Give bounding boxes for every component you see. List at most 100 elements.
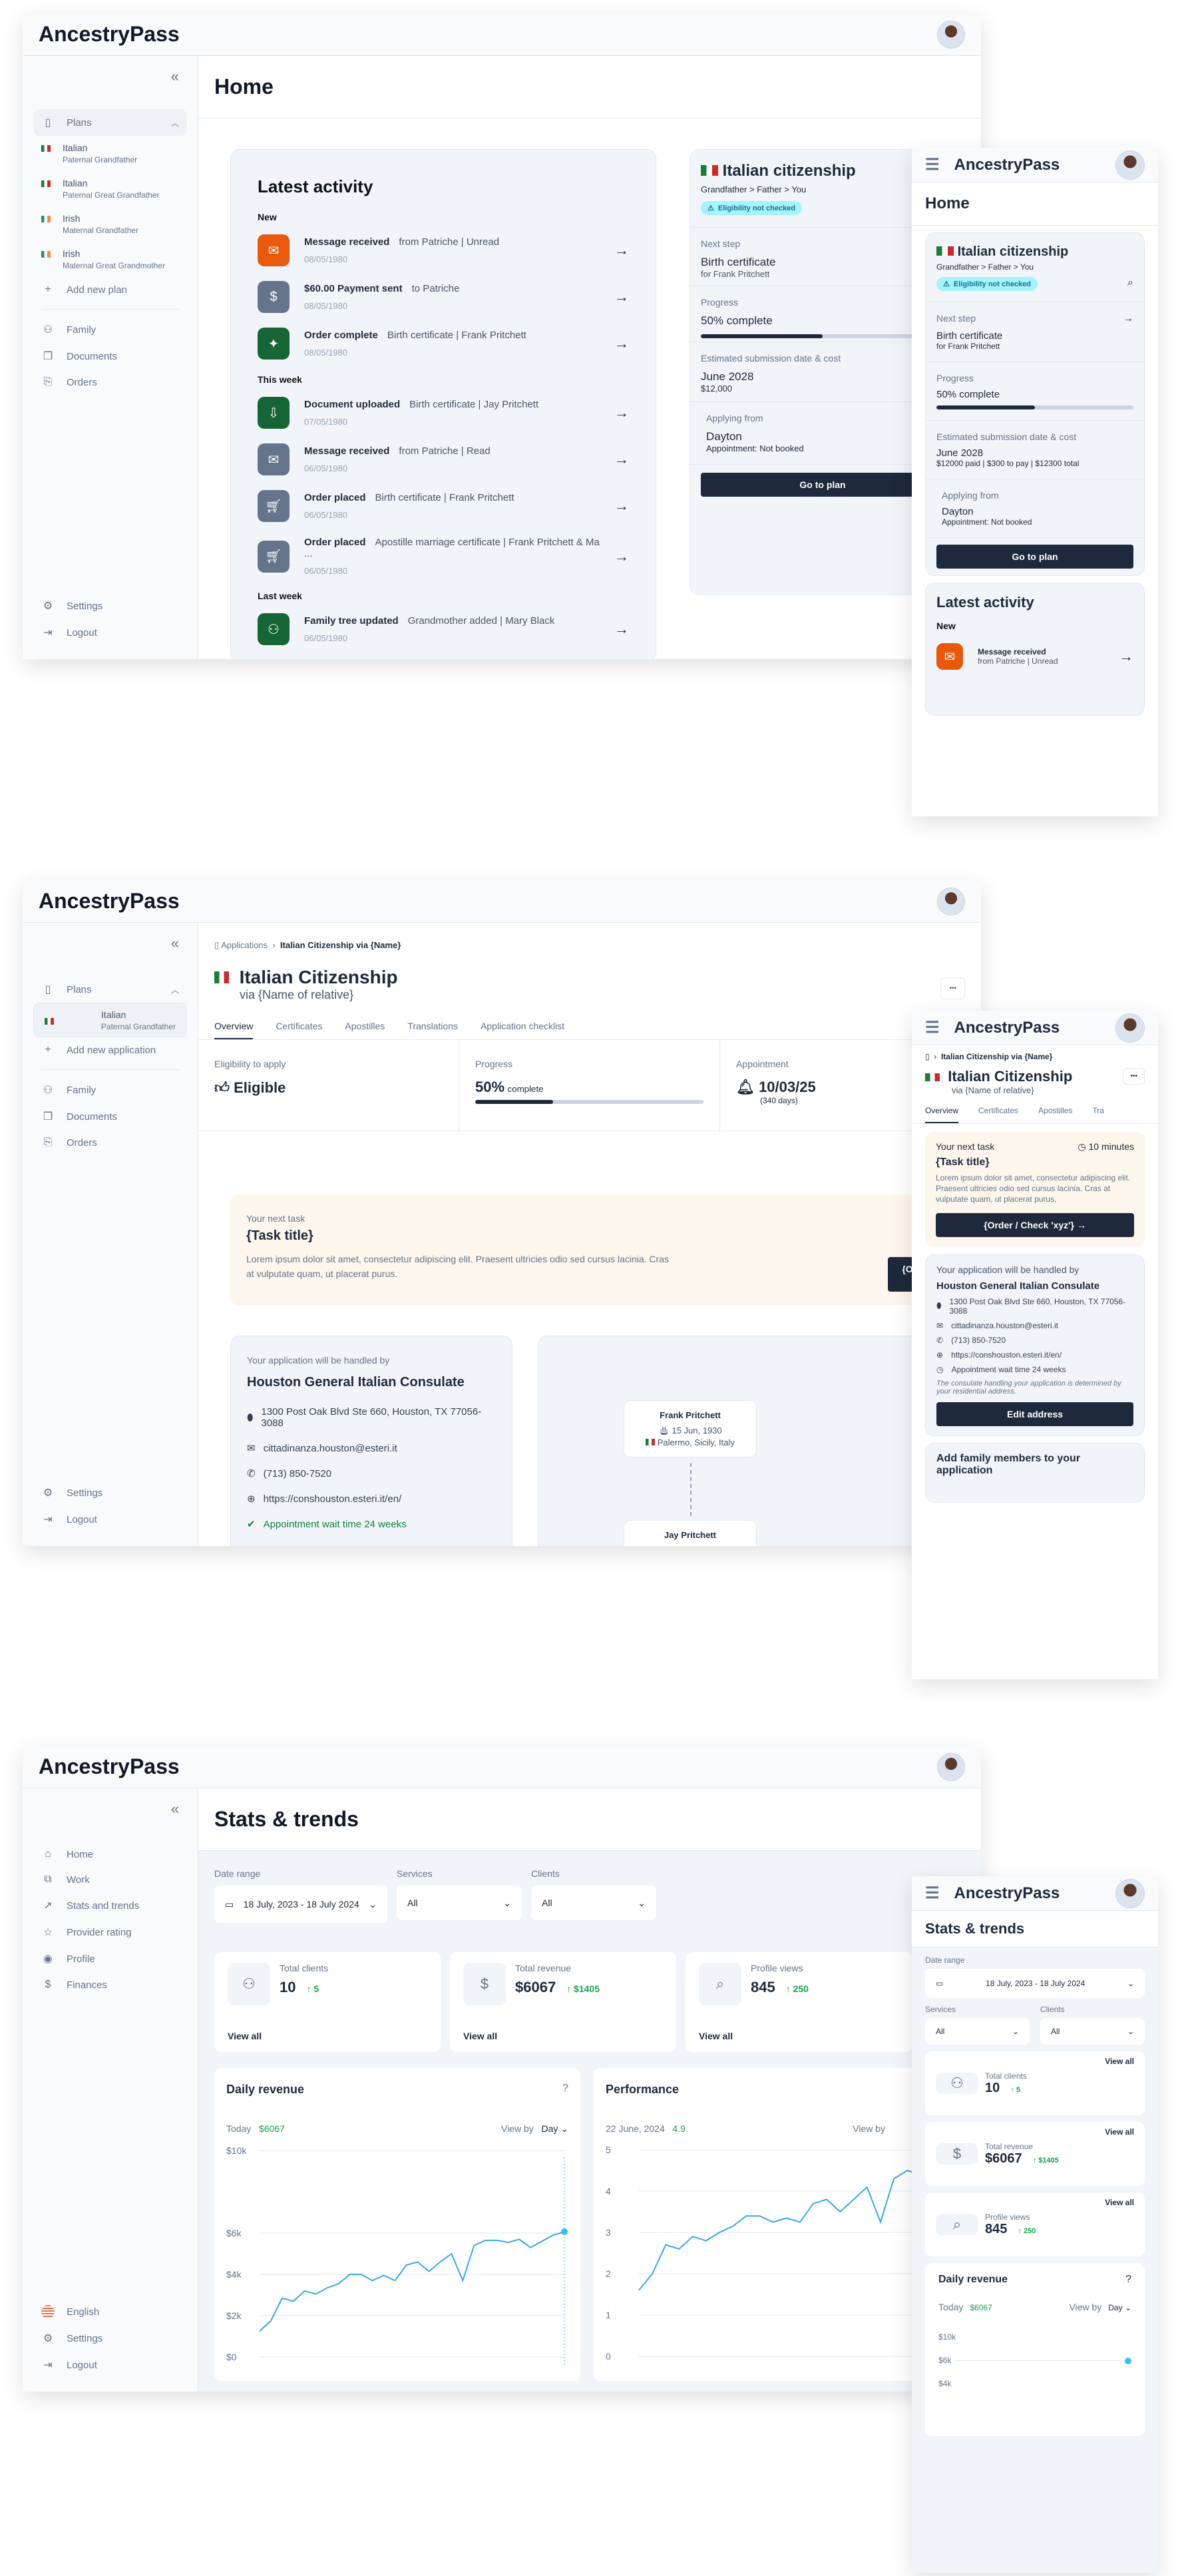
user-avatar[interactable] — [937, 1752, 965, 1781]
tab-overview[interactable]: Overview — [214, 1014, 254, 1039]
user-avatar[interactable] — [1115, 1013, 1145, 1043]
activity-item[interactable]: ⇩ Document uploaded Birth certificate | Ja… — [258, 397, 629, 429]
edit-address-button[interactable]: Edit address — [936, 1402, 1133, 1426]
tab-apostilles[interactable]: Apostilles — [345, 1014, 385, 1039]
view-by-select[interactable]: View by Day ⌄ — [501, 2123, 568, 2135]
sidebar-item-profile[interactable]: ◉ Profile — [33, 1945, 187, 1972]
user-avatar[interactable] — [1115, 150, 1145, 180]
consulate-email[interactable]: cittadinanza.houston@esteri.it — [264, 1443, 397, 1454]
stats-mobile-frame: ☰ AncestryPass Stats & trends Date range … — [912, 1876, 1158, 2573]
y-tick-label: $6k — [226, 2228, 242, 2238]
globe-icon: ⊕ — [936, 1350, 944, 1360]
activity-item[interactable]: $ $60.00 Payment sent to Patriche 08/05/198… — [258, 281, 629, 313]
kpi-card: ⚇ Total clients 10 ↑ 5 View all — [925, 2051, 1145, 2115]
collapse-sidebar-icon[interactable]: « — [33, 1800, 187, 1818]
date-range-picker[interactable]: ▭ 18 July, 2023 - 18 July 2024 ⌄ — [214, 1886, 387, 1923]
activity-item[interactable]: ✉ Message received from Patriche | Read 06/… — [258, 443, 629, 475]
menu-icon[interactable]: ☰ — [925, 155, 940, 174]
go-to-plan-button[interactable]: Go to plan — [936, 545, 1133, 569]
consulate-website[interactable]: https://conshouston.esteri.it/en/ — [951, 1350, 1062, 1360]
view-all-link[interactable]: View all — [699, 2031, 898, 2041]
arrow-right-icon[interactable]: → — [1123, 313, 1133, 325]
tab-certificates[interactable]: Certificates — [978, 1099, 1018, 1123]
view-all-link[interactable]: View all — [1105, 2127, 1134, 2181]
tab-overview[interactable]: Overview — [925, 1099, 959, 1123]
sidebar-item-logout[interactable]: ⇥ Logout — [33, 2352, 187, 2378]
next-task-card: Your next task◷ 10 minu {Task title} Lor… — [230, 1194, 981, 1305]
consulate-website[interactable]: https://conshouston.esteri.it/en/ — [264, 1493, 402, 1505]
activity-item[interactable]: ✉ Message received from Patriche | Unread → — [936, 643, 1133, 670]
arrow-right-icon: → — [614, 288, 629, 305]
add-plan-button[interactable]: + Add new plan — [33, 277, 187, 302]
sidebar-item-documents[interactable]: ❐ Documents — [33, 1103, 187, 1130]
services-select[interactable]: All ⌄ — [397, 1886, 522, 1920]
more-options-button[interactable]: ••• — [940, 977, 965, 999]
sidebar-item-family[interactable]: ⚇ Family — [33, 316, 187, 343]
tree-node[interactable]: Frank Pritchett 🎂︎ 15 Jun, 1930 Palermo, … — [624, 1400, 757, 1457]
activity-item[interactable]: 🛒︎ Order placed Apostille marriage certifi… — [258, 537, 629, 576]
tree-node[interactable]: Jay Pritchett🎂︎ 15 Jun, 1955 — [624, 1520, 757, 1546]
sidebar-plan-item[interactable]: Irish Maternal Grandfather — [33, 206, 187, 242]
sidebar-plan-item[interactable]: Italian Paternal Grandfather — [33, 1003, 187, 1037]
clients-select[interactable]: All ⌄ — [531, 1886, 656, 1920]
sidebar-item-stats-and-trends[interactable]: ↗ Stats and trends — [33, 1892, 187, 1919]
sidebar-item-plans[interactable]: ▯ Plans ︿ — [33, 109, 187, 136]
chevron-down-icon: ⌄ — [1127, 2027, 1134, 2036]
sidebar-plan-item[interactable]: Italian Paternal Grandfather — [33, 136, 187, 171]
tab-apostilles[interactable]: Apostilles — [1038, 1099, 1072, 1123]
view-all-link[interactable]: View all — [463, 2031, 663, 2041]
activity-item[interactable]: ✉ Message received from Patriche | Unread 0… — [258, 234, 629, 266]
view-all-link[interactable]: View all — [1105, 2198, 1134, 2251]
menu-icon[interactable]: ☰ — [925, 1884, 940, 1903]
services-select[interactable]: All ⌄ — [925, 2018, 1030, 2045]
collapse-sidebar-icon[interactable]: « — [33, 935, 187, 952]
activity-item[interactable]: ✦ Order complete Birth certificate | Frank… — [258, 328, 629, 360]
menu-icon[interactable]: ☰ — [925, 1018, 940, 1037]
sidebar-item-family[interactable]: ⚇ Family — [33, 1077, 187, 1103]
sidebar-item-settings[interactable]: ⚙ Settings — [33, 2325, 187, 2352]
sidebar-item-orders[interactable]: ⎘ Orders — [33, 1130, 187, 1155]
user-avatar[interactable] — [937, 20, 965, 49]
sidebar-item-finances[interactable]: $ Finances — [33, 1972, 187, 1997]
consulate-email[interactable]: cittadinanza.houston@esteri.it — [951, 1321, 1058, 1330]
sidebar-item-orders[interactable]: ⎘ Orders — [33, 370, 187, 395]
cart-icon: 🛒︎ — [258, 490, 290, 522]
more-options-button[interactable]: ••• — [1123, 1068, 1145, 1085]
sidebar-plan-item[interactable]: Italian Paternal Great Grandfather — [33, 171, 187, 206]
sidebar-item-work[interactable]: ⧉ Work — [33, 1867, 187, 1892]
tab-tra[interactable]: Tra — [1092, 1099, 1104, 1123]
task-action-button[interactable]: {Order / Check 'xyz'} → — [936, 1212, 1134, 1237]
orders-icon: ⎘ — [43, 1137, 53, 1148]
sidebar-item-logout[interactable]: ⇥ Logout — [33, 1506, 187, 1533]
help-icon[interactable]: ? — [562, 2083, 568, 2097]
tab-application-checklist[interactable]: Application checklist — [481, 1014, 564, 1039]
activity-item[interactable]: 🛒︎ Order placed Birth certificate | Frank … — [258, 490, 629, 522]
sidebar-item-settings[interactable]: ⚙ Settings — [33, 1479, 187, 1506]
sidebar-item-provider-rating[interactable]: ☆ Provider rating — [33, 1919, 187, 1945]
breadcrumb-applications[interactable]: Applications — [221, 940, 268, 950]
user-avatar[interactable] — [1115, 1878, 1145, 1908]
view-all-link[interactable]: View all — [1105, 2057, 1134, 2110]
view-all-link[interactable]: View all — [228, 2031, 427, 2041]
go-to-plan-button[interactable]: Go to plan — [701, 473, 944, 497]
help-icon[interactable]: ? — [1125, 2274, 1131, 2286]
sidebar-item-settings[interactable]: ⚙ Settings — [33, 593, 187, 619]
user-avatar[interactable] — [937, 887, 965, 915]
activity-item[interactable]: ⚇ Family tree updated Grandmother added | … — [258, 613, 629, 645]
tab-translations[interactable]: Translations — [407, 1014, 458, 1039]
add-application-button[interactable]: + Add new application — [33, 1037, 187, 1063]
sidebar-item-logout[interactable]: ⇥ Logout — [33, 619, 187, 646]
date-range-picker[interactable]: ▭ 18 July, 2023 - 18 July 2024 ⌄ — [925, 1969, 1145, 1998]
sidebar-item-home[interactable]: ⌂ Home — [33, 1842, 187, 1867]
y-tick-label: 2 — [606, 2268, 611, 2279]
search-icon[interactable]: ⌕ — [1127, 277, 1133, 291]
sidebar-plan-item[interactable]: Irish Maternal Great Grandmother — [33, 242, 187, 277]
sidebar-item-plans[interactable]: ▯ Plans ︿ — [33, 976, 187, 1003]
clients-select[interactable]: All ⌄ — [1040, 2018, 1145, 2045]
collapse-sidebar-icon[interactable]: « — [33, 68, 187, 85]
italy-flag-icon — [701, 165, 718, 176]
tab-certificates[interactable]: Certificates — [276, 1014, 322, 1039]
language-selector[interactable]: English — [33, 2298, 187, 2325]
chevron-down-icon: ⌄ — [1012, 2027, 1019, 2036]
sidebar-item-documents[interactable]: ❐ Documents — [33, 343, 187, 370]
